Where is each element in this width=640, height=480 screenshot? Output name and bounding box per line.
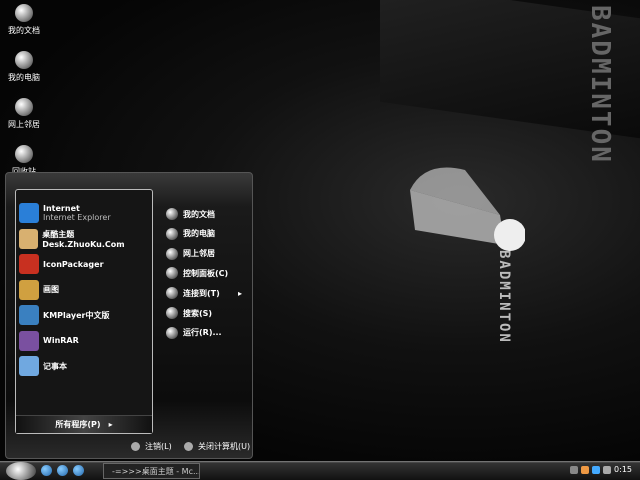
place-item[interactable]: 我的电脑 (166, 226, 215, 242)
program-label: 画图 (43, 285, 59, 294)
desktop-icon-network[interactable]: 网上邻居 (2, 98, 46, 130)
clock[interactable]: 0:15 (614, 465, 632, 474)
ie-quicklaunch-icon[interactable] (41, 465, 52, 476)
tray-network-icon[interactable] (592, 466, 600, 474)
place-item[interactable]: 网上邻居 (166, 246, 215, 262)
place-icon (166, 208, 178, 220)
program-item[interactable]: 记事本 (19, 355, 67, 377)
shutdown-button[interactable]: 关闭计算机(U) (184, 441, 250, 452)
tray-app-icon[interactable] (581, 466, 589, 474)
network-icon (15, 98, 33, 116)
paint-icon (19, 279, 39, 300)
all-programs-button[interactable]: 所有程序(P) ▸ (16, 415, 152, 433)
program-label: IconPackager (43, 259, 104, 269)
computer-icon (15, 51, 33, 69)
logoff-icon (131, 442, 140, 451)
program-item[interactable]: 画图 (19, 279, 59, 301)
system-tray (570, 466, 611, 474)
iconpackager-icon (19, 254, 39, 274)
desktop-quicklaunch-icon[interactable] (73, 465, 84, 476)
place-item[interactable]: 搜索(S) (166, 305, 212, 321)
icon-label: 网上邻居 (8, 120, 40, 129)
all-programs-label: 所有程序(P) (55, 420, 101, 429)
place-icon (166, 247, 178, 260)
shutdown-label: 关闭计算机(U) (198, 442, 251, 451)
programs-pane: Internet Internet Explorer 桌酷主题Desk.ZhuoKu… (15, 189, 153, 434)
power-icon (184, 442, 193, 451)
place-label: 我的文档 (183, 209, 215, 219)
place-item[interactable]: 我的文档 (166, 206, 215, 222)
kmplayer-icon (19, 305, 39, 325)
place-icon (166, 227, 178, 240)
place-item[interactable]: 连接到(T) ▸ (166, 285, 242, 301)
place-item[interactable]: 运行(R)... (166, 325, 222, 341)
program-item[interactable]: 桌酷主题Desk.ZhuoKu.Com (19, 228, 152, 250)
notepad-icon (19, 356, 39, 376)
start-menu: Internet Internet Explorer 桌酷主题Desk.ZhuoKu… (5, 172, 253, 459)
ie-icon (19, 203, 39, 223)
logoff-label: 注销(L) (145, 442, 172, 451)
program-item[interactable]: Internet Internet Explorer (19, 202, 111, 224)
wallpaper-text: BADMINTON (585, 5, 615, 164)
task-label: -=>>>桌面主题 - Mc... (112, 466, 200, 476)
logoff-button[interactable]: 注销(L) (131, 441, 172, 452)
program-label: 桌酷主题Desk.ZhuoKu.Com (42, 229, 125, 249)
program-label: Internet Internet Explorer (43, 204, 111, 222)
program-label: WinRAR (43, 336, 79, 345)
place-icon (166, 267, 178, 280)
icon-label: 我的文档 (8, 26, 40, 35)
theme-icon (19, 228, 39, 249)
taskbar: -=>>>桌面主题 - Mc... 0:15 (0, 461, 640, 480)
place-icon (166, 326, 178, 339)
place-label: 连接到(T) (183, 288, 220, 298)
program-label: KMPlayer中文版 (43, 310, 110, 320)
place-label: 网上邻居 (183, 249, 215, 259)
place-item[interactable]: 控制面板(C) (166, 265, 228, 281)
place-label: 我的电脑 (183, 229, 215, 239)
tray-expand-icon[interactable] (570, 466, 578, 474)
arrow-right-icon: ▸ (108, 420, 113, 429)
media-quicklaunch-icon[interactable] (57, 465, 68, 476)
icon-label: 我的电脑 (8, 73, 40, 82)
winrar-icon (19, 330, 39, 351)
taskbar-button-window[interactable]: -=>>>桌面主题 - Mc... (103, 463, 200, 479)
tray-volume-icon[interactable] (603, 466, 611, 474)
desktop-icon-my-documents[interactable]: 我的文档 (2, 4, 46, 36)
place-label: 搜索(S) (183, 308, 213, 318)
desktop-icon-my-computer[interactable]: 我的电脑 (2, 51, 46, 83)
place-icon (166, 287, 178, 300)
start-button[interactable] (6, 461, 36, 480)
shuttlecock-image (410, 167, 525, 251)
program-item[interactable]: KMPlayer中文版 (19, 304, 110, 326)
documents-icon (15, 4, 33, 22)
program-label: 记事本 (43, 361, 67, 371)
arrow-right-icon: ▸ (238, 288, 243, 298)
place-label: 控制面板(C) (183, 268, 229, 278)
wallpaper-text-small: BADMINTON (496, 250, 512, 344)
program-item[interactable]: IconPackager (19, 253, 104, 275)
place-label: 运行(R)... (183, 328, 222, 338)
program-item[interactable]: WinRAR (19, 330, 79, 352)
recycle-bin-icon (15, 145, 33, 163)
place-icon (166, 307, 178, 319)
